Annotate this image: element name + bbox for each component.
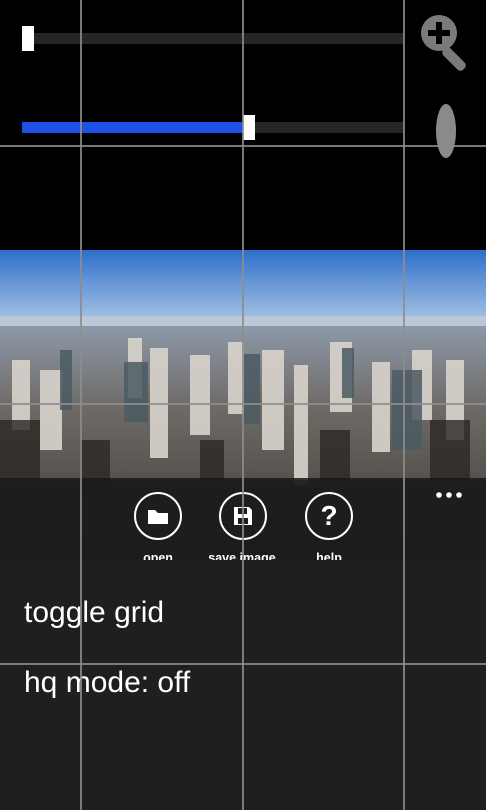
angle-slider-fill (22, 122, 243, 133)
grid-line-v2 (242, 0, 244, 810)
menu-item-toggle-grid[interactable]: toggle grid (24, 596, 164, 630)
question-mark-icon: ? (320, 500, 338, 531)
menu-item-hq-mode[interactable]: hq mode: off (24, 666, 190, 700)
folder-icon (148, 510, 168, 524)
grid-line-h1 (0, 145, 486, 147)
zoom-slider-thumb[interactable] (22, 26, 34, 51)
zoom-in-icon[interactable] (415, 10, 477, 72)
angle-slider-thumb[interactable] (243, 115, 255, 140)
ellipsis-icon[interactable] (434, 487, 464, 498)
vertical-slider-handle[interactable] (436, 104, 456, 158)
grid-line-h3 (0, 663, 486, 665)
grid-line-h2 (0, 403, 486, 405)
open-image-button[interactable] (134, 492, 182, 540)
grid-line-v1 (80, 0, 82, 810)
help-button[interactable]: ? (305, 492, 353, 540)
grid-line-v3 (403, 0, 405, 810)
